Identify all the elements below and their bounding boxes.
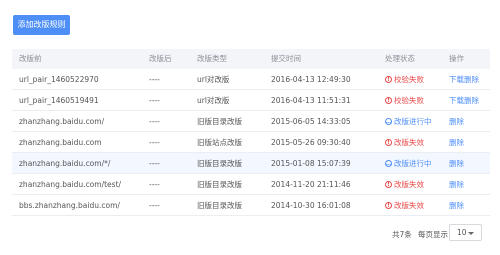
column-header-time: 提交时间 (271, 54, 301, 63)
error-icon: ! (385, 139, 392, 146)
column-header-before: 改版前 (19, 54, 42, 63)
status-badge: … 改版进行中 (385, 153, 445, 174)
cell-after: ---- (149, 96, 160, 105)
cell-type: url对改版 (197, 96, 230, 105)
row-action-link[interactable]: 下载删除 (449, 69, 489, 90)
cell-time: 2016-04-13 11:51:31 (271, 96, 351, 105)
per-page-select[interactable]: 10 (449, 224, 482, 241)
status-text: 改版失效 (394, 180, 424, 189)
status-text: 校验失败 (394, 96, 424, 105)
row-action-link[interactable]: 下载删除 (449, 90, 489, 111)
cell-after: ---- (149, 75, 160, 84)
status-text: 校验失败 (394, 75, 424, 84)
table-row: zhanzhang.baidu.com ---- 旧版站点改版 2015-05-26 … (12, 132, 490, 153)
cell-time: 2016-04-13 12:49:30 (271, 75, 351, 84)
cell-before: bbs.zhanzhang.baidu.com/ (19, 201, 120, 210)
cell-after: ---- (149, 180, 160, 189)
cell-after: ---- (149, 138, 160, 147)
error-icon: ! (385, 181, 392, 188)
table-row: zhanzhang.baidu.com/test/ ---- 旧版目录改版 2014-… (12, 174, 490, 195)
status-badge: … 改版进行中 (385, 111, 445, 132)
row-action-link[interactable]: 删除 (449, 132, 489, 153)
cell-time: 2015-01-08 15:07:39 (271, 159, 351, 168)
column-header-status: 处理状态 (385, 54, 415, 63)
in-progress-icon: … (385, 160, 392, 167)
cell-type: url对改版 (197, 75, 230, 84)
status-badge: ! 改版失效 (385, 195, 445, 216)
cell-type: 旧版目录改版 (197, 159, 242, 168)
status-text: 改版失效 (394, 138, 424, 147)
table-header: 改版前 改版后 改版类型 提交时间 处理状态 操作 (12, 49, 490, 69)
table-row: zhanzhang.baidu.com/*/ ---- 旧版目录改版 2015-01-… (12, 153, 490, 174)
row-action-link[interactable]: 删除 (449, 195, 489, 216)
cell-type: 旧版站点改版 (197, 138, 242, 147)
cell-after: ---- (149, 159, 160, 168)
cell-time: 2014-10-30 16:01:08 (271, 201, 351, 210)
status-badge: ! 校验失败 (385, 90, 445, 111)
cell-before: zhanzhang.baidu.com/test/ (19, 180, 122, 189)
cell-time: 2015-06-05 14:33:05 (271, 117, 351, 126)
table-row: zhanzhang.baidu.com/ ---- 旧版目录改版 2015-06-05… (12, 111, 490, 132)
cell-before: url_pair_1460522970 (19, 75, 99, 84)
cell-before: zhanzhang.baidu.com (19, 138, 102, 147)
table-row: bbs.zhanzhang.baidu.com/ ---- 旧版目录改版 2014-1… (12, 195, 490, 216)
cell-type: 旧版目录改版 (197, 180, 242, 189)
row-action-link[interactable]: 删除 (449, 153, 489, 174)
table-row: url_pair_1460519491 ---- url对改版 2016-04-13 … (12, 90, 490, 111)
add-rule-button[interactable]: 添加改版规则 (13, 15, 70, 35)
cell-type: 旧版目录改版 (197, 201, 242, 210)
status-badge: ! 改版失效 (385, 132, 445, 153)
status-text: 改版失效 (394, 201, 424, 210)
status-badge: ! 改版失效 (385, 174, 445, 195)
pagination: 共7条 每页显示： 10 (0, 224, 500, 241)
cell-before: zhanzhang.baidu.com/*/ (19, 159, 111, 168)
error-icon: ! (385, 76, 392, 83)
table-row: url_pair_1460522970 ---- url对改版 2016-04-13 … (12, 69, 490, 90)
row-action-link[interactable]: 删除 (449, 174, 489, 195)
per-page-value: 10 (457, 228, 467, 237)
column-header-after: 改版后 (149, 54, 172, 63)
column-header-action: 操作 (449, 54, 464, 63)
cell-before: zhanzhang.baidu.com/ (19, 117, 105, 126)
cell-time: 2014-11-20 21:11:46 (271, 180, 351, 189)
column-header-type: 改版类型 (197, 54, 227, 63)
status-text: 改版进行中 (394, 159, 432, 168)
status-badge: ! 校验失败 (385, 69, 445, 90)
cell-after: ---- (149, 117, 160, 126)
row-action-link[interactable]: 删除 (449, 111, 489, 132)
status-text: 改版进行中 (394, 117, 432, 126)
total-count: 共7条 (392, 230, 412, 239)
cell-after: ---- (149, 201, 160, 210)
rules-table: 改版前 改版后 改版类型 提交时间 处理状态 操作 url_pair_14605… (12, 49, 490, 216)
error-icon: ! (385, 202, 392, 209)
cell-type: 旧版目录改版 (197, 117, 242, 126)
caret-down-icon (468, 232, 474, 235)
error-icon: ! (385, 97, 392, 104)
table-body: url_pair_1460522970 ---- url对改版 2016-04-13 … (12, 69, 490, 216)
cell-before: url_pair_1460519491 (19, 96, 99, 105)
cell-time: 2015-05-26 09:30:40 (271, 138, 351, 147)
in-progress-icon: … (385, 118, 392, 125)
